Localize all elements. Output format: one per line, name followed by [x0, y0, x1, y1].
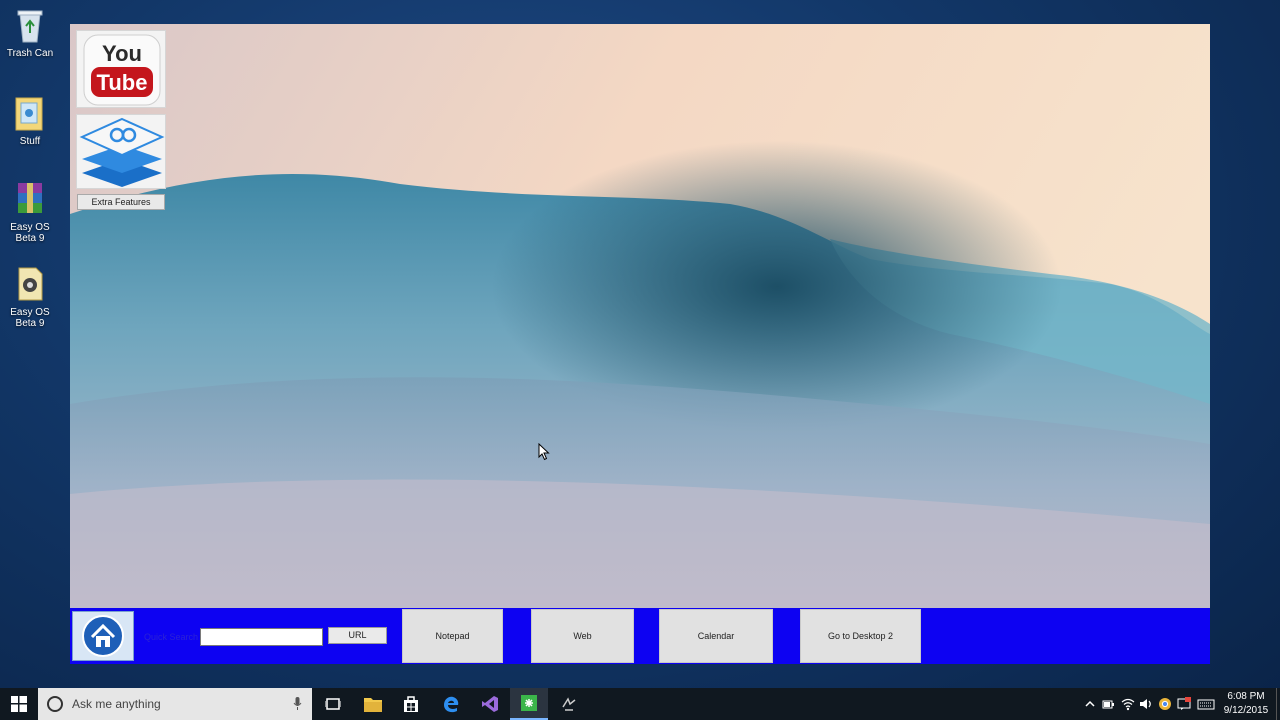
winrar-archive-icon: [18, 183, 42, 213]
youtube-tile[interactable]: You Tube: [76, 30, 166, 108]
youtube-logo-tube: Tube: [97, 70, 148, 95]
keyboard-icon[interactable]: [1197, 697, 1215, 711]
clock-date: 9/12/2015: [1223, 705, 1269, 716]
chevron-up-icon[interactable]: [1083, 697, 1097, 711]
extra-features-button[interactable]: Extra Features: [77, 194, 165, 210]
task-view-button[interactable]: [314, 688, 352, 720]
youtube-logo: You Tube: [83, 34, 161, 106]
chrome-icon[interactable]: [1158, 697, 1172, 711]
desktop-icon-trash-can[interactable]: Trash Can: [0, 6, 60, 59]
misc-app-icon: [562, 697, 576, 711]
system-clock[interactable]: 6:08 PM 9/12/2015: [1222, 690, 1270, 718]
home-icon: [82, 615, 124, 657]
recycle-bin-icon: [17, 10, 43, 43]
task-view-icon: [325, 698, 341, 710]
taskbar-misc-app[interactable]: [550, 688, 588, 720]
edge-icon: [444, 696, 459, 713]
desktop-icon-easy-os-app[interactable]: Easy OS Beta 9: [0, 265, 60, 329]
desktop-icon-easy-os-archive[interactable]: Easy OS Beta 9: [0, 180, 60, 244]
windows-logo-icon: [11, 696, 27, 712]
extra-features-tile[interactable]: [76, 114, 166, 189]
cortana-search-box[interactable]: Ask me anything: [38, 688, 312, 720]
layered-stack-icon: [79, 117, 165, 187]
file-explorer-icon: [364, 698, 382, 712]
desktop-icon-label: Stuff: [19, 136, 41, 147]
wave-wallpaper: [70, 24, 1210, 608]
folder-icon: [15, 97, 43, 131]
go-to-desktop-2-button[interactable]: Go to Desktop 2: [800, 609, 921, 663]
application-icon: [18, 267, 43, 301]
url-button[interactable]: URL: [328, 627, 387, 644]
quick-search-label: Quick Search: [144, 632, 199, 642]
windows-taskbar: Ask me anything 6:08 PM 9/12/2015: [0, 688, 1280, 720]
cortana-icon: [47, 696, 63, 712]
taskbar-visual-studio[interactable]: [471, 688, 509, 720]
taskbar-edge[interactable]: [432, 688, 470, 720]
home-button[interactable]: [72, 611, 134, 661]
notification-icon[interactable]: [1177, 697, 1191, 711]
cortana-placeholder: Ask me anything: [72, 697, 161, 711]
taskbar-file-explorer[interactable]: [354, 688, 392, 720]
notepad-button[interactable]: Notepad: [402, 609, 503, 663]
microphone-icon[interactable]: [293, 697, 302, 711]
store-icon: [404, 696, 418, 712]
start-button[interactable]: [0, 688, 38, 720]
desktop-icon-label: Trash Can: [6, 48, 54, 59]
network-icon[interactable]: [1121, 697, 1135, 711]
easy-os-app-icon: [521, 695, 537, 711]
quick-search-input[interactable]: [200, 628, 323, 646]
taskbar-easy-os[interactable]: [510, 688, 548, 720]
clock-time: 6:08 PM: [1227, 691, 1265, 702]
desktop-icon-stuff[interactable]: Stuff: [0, 94, 60, 147]
show-desktop-button[interactable]: [1276, 688, 1280, 720]
easy-os-taskbar: Quick Search URL Notepad Web Calendar Go…: [70, 608, 1210, 664]
power-icon[interactable]: [1101, 697, 1115, 711]
taskbar-store[interactable]: [392, 688, 430, 720]
desktop-icon-label: Easy OS Beta 9: [10, 222, 50, 244]
volume-icon[interactable]: [1139, 697, 1153, 711]
easy-os-window: You Tube Extra Features Quick Search URL…: [70, 24, 1210, 664]
desktop-icon-label: Easy OS Beta 9: [10, 307, 50, 329]
youtube-logo-you: You: [102, 41, 142, 66]
visual-studio-icon: [482, 696, 498, 712]
web-button[interactable]: Web: [531, 609, 634, 663]
calendar-button[interactable]: Calendar: [659, 609, 773, 663]
mouse-cursor-icon: [538, 443, 550, 461]
